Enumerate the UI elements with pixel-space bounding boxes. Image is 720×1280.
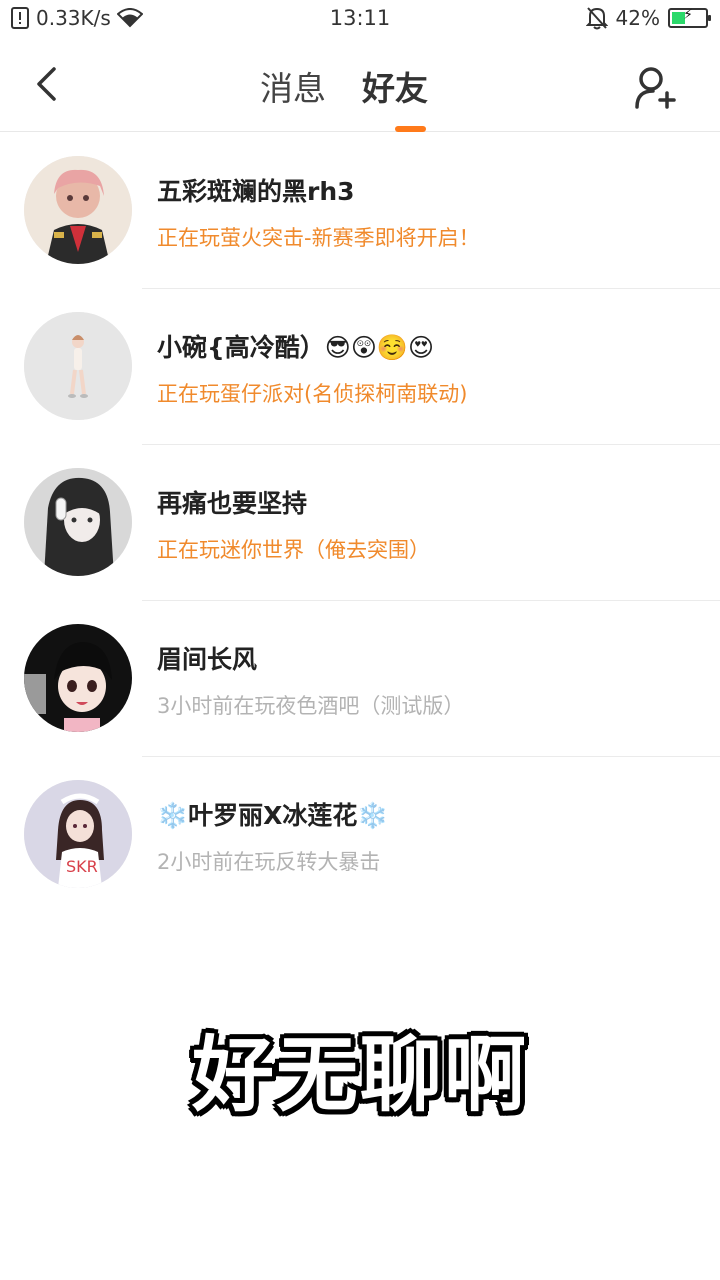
friend-status: 2小时前在玩反转大暴击 [157, 850, 381, 874]
friend-row[interactable]: SKR ❄️叶罗丽X冰莲花❄️ 2小时前在玩反转大暴击 [0, 757, 720, 913]
back-button[interactable] [22, 58, 70, 110]
avatar[interactable] [24, 468, 132, 576]
header: 消息 好友 [0, 38, 720, 132]
friend-name-text: 叶罗丽X冰莲花 [188, 801, 358, 830]
tab-friends[interactable]: 好友 [362, 62, 428, 110]
friend-name: ❄️叶罗丽X冰莲花❄️ [157, 796, 389, 832]
friend-name: 再痛也要坚持 [157, 489, 308, 518]
tab-messages[interactable]: 消息 [260, 62, 326, 110]
snowflake-icon: ❄️ [357, 801, 389, 830]
friend-status: 正在玩萤火突击-新赛季即将开启！ [157, 226, 480, 250]
friend-status: 3小时前在玩夜色酒吧（测试版） [157, 694, 465, 718]
avatar[interactable]: SKR [24, 780, 132, 888]
tab-bar: 消息 好友 [260, 62, 428, 110]
friend-row[interactable]: 再痛也要坚持 正在玩迷你世界（俺去突围） [0, 445, 720, 601]
status-bar-right: 42% ⚡ [585, 6, 711, 30]
snowflake-icon: ❄️ [157, 801, 189, 830]
avatar[interactable] [24, 312, 132, 420]
active-tab-indicator [395, 126, 426, 132]
battery-icon: ⚡ [668, 7, 711, 28]
friend-row[interactable]: 小碗{高冷酷）😎😲☺️😍 正在玩蛋仔派对(名侦探柯南联动) [0, 289, 720, 445]
friend-row[interactable]: 五彩斑斓的黑rh3 正在玩萤火突击-新赛季即将开启！ [0, 133, 720, 289]
friend-name: 眉间长风 [157, 645, 258, 674]
avatar[interactable] [24, 624, 132, 732]
add-friend-button[interactable] [628, 60, 684, 116]
add-user-icon [635, 67, 676, 109]
svg-text:SKR: SKR [66, 857, 98, 876]
friend-name: 五彩斑斓的黑rh3 [157, 177, 355, 206]
avatar[interactable] [24, 156, 132, 264]
battery-percent: 42% [615, 6, 660, 30]
friend-name: 小碗{高冷酷）😎😲☺️😍 [157, 333, 435, 362]
friend-status: 正在玩迷你世界（俺去突围） [157, 538, 430, 562]
friend-status: 正在玩蛋仔派对(名侦探柯南联动) [157, 382, 468, 406]
mute-bell-icon [585, 7, 608, 30]
friend-list: 五彩斑斓的黑rh3 正在玩萤火突击-新赛季即将开启！ 小碗{高冷酷）😎😲☺️😍 … [0, 133, 720, 913]
friend-row[interactable]: 眉间长风 3小时前在玩夜色酒吧（测试版） [0, 601, 720, 757]
chevron-left-icon [37, 67, 56, 101]
status-bar: 0.33K/s 13:11 42% ⚡ [0, 0, 720, 38]
caption-overlay: 好无聊啊 [191, 1028, 528, 1123]
charging-bolt-icon: ⚡ [683, 7, 693, 23]
